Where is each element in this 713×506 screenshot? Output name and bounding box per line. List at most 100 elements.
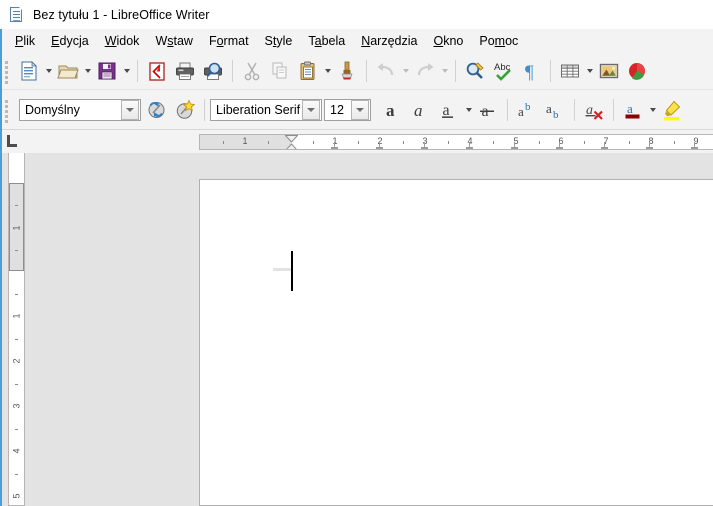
font-size-combo[interactable]: 12 bbox=[324, 98, 371, 121]
indent-markers[interactable] bbox=[285, 135, 298, 149]
document-icon bbox=[9, 6, 25, 23]
formatting-toolbar: Domyślny Liberation Serif 12 a a a a b a… bbox=[0, 90, 713, 130]
ruler-tick bbox=[268, 141, 269, 144]
toolbar-separator bbox=[550, 60, 551, 82]
subscript-icon[interactable]: a b bbox=[541, 96, 569, 124]
ruler-tick bbox=[539, 141, 540, 144]
toolbar-separator bbox=[204, 98, 205, 121]
tab-stop-marker[interactable] bbox=[511, 142, 518, 149]
horizontal-ruler[interactable]: 1 1 2 3 4 5 6 7 8 9 bbox=[199, 134, 713, 150]
font-color-icon[interactable]: a bbox=[619, 96, 647, 124]
ruler-tick bbox=[15, 384, 18, 385]
undo-icon[interactable] bbox=[372, 57, 400, 85]
redo-dropdown-icon[interactable] bbox=[439, 57, 450, 85]
ruler-tick bbox=[15, 294, 18, 295]
menu-item-wstaw[interactable]: Wstaw bbox=[147, 31, 201, 51]
font-name-combo[interactable]: Liberation Serif bbox=[210, 98, 322, 121]
insert-table-dropdown-icon[interactable] bbox=[584, 57, 595, 85]
highlighting-color-icon[interactable] bbox=[658, 96, 686, 124]
chevron-down-icon[interactable] bbox=[302, 99, 320, 120]
ruler-number: 4 bbox=[11, 448, 21, 454]
underline-icon[interactable]: a bbox=[435, 96, 463, 124]
toolbar-grip[interactable] bbox=[2, 97, 12, 123]
new-document-icon[interactable] bbox=[15, 57, 43, 85]
update-style-icon[interactable] bbox=[143, 96, 171, 124]
ruler-tick bbox=[358, 141, 359, 144]
menu-bar: Plik Edycja Widok Wstaw Format Style Tab… bbox=[0, 29, 713, 53]
svg-text:a: a bbox=[414, 101, 423, 120]
ruler-number: 1 bbox=[242, 136, 248, 146]
bold-icon[interactable]: a bbox=[379, 96, 407, 124]
menu-item-okno[interactable]: Okno bbox=[425, 31, 471, 51]
tab-stop-marker[interactable] bbox=[691, 142, 698, 149]
paragraph-style-combo[interactable]: Domyślny bbox=[19, 98, 141, 121]
tab-stop-marker[interactable] bbox=[421, 142, 428, 149]
tab-stop-marker[interactable] bbox=[601, 142, 608, 149]
copy-icon[interactable] bbox=[266, 57, 294, 85]
document-workspace[interactable]: 1 1 2 3 4 5 bbox=[0, 153, 713, 506]
menu-item-style[interactable]: Style bbox=[257, 31, 301, 51]
tab-stop-left-icon[interactable] bbox=[6, 135, 18, 147]
ruler-tick bbox=[629, 141, 630, 144]
export-pdf-icon[interactable] bbox=[143, 57, 171, 85]
window-title: Bez tytułu 1 - LibreOffice Writer bbox=[33, 7, 210, 22]
svg-text:a: a bbox=[546, 101, 552, 116]
find-replace-icon[interactable] bbox=[461, 57, 489, 85]
toolbar-separator bbox=[232, 60, 233, 82]
cut-icon[interactable] bbox=[238, 57, 266, 85]
redo-icon[interactable] bbox=[411, 57, 439, 85]
tab-stop-marker[interactable] bbox=[331, 142, 338, 149]
svg-text:b: b bbox=[553, 109, 559, 121]
menu-item-plik[interactable]: Plik bbox=[7, 31, 43, 51]
spelling-icon[interactable]: Abc bbox=[489, 57, 517, 85]
standard-toolbar: Abc ¶ bbox=[0, 53, 713, 90]
tab-stop-marker[interactable] bbox=[556, 142, 563, 149]
italic-icon[interactable]: a bbox=[407, 96, 435, 124]
chevron-down-icon[interactable] bbox=[351, 99, 369, 120]
clear-formatting-icon[interactable]: a bbox=[580, 96, 608, 124]
ruler-tick bbox=[15, 339, 18, 340]
menu-item-narzedzia[interactable]: Narzędzia bbox=[353, 31, 425, 51]
ruler-tick bbox=[15, 429, 18, 430]
paste-icon[interactable] bbox=[294, 57, 322, 85]
tab-stop-marker[interactable] bbox=[466, 142, 473, 149]
new-document-dropdown-icon[interactable] bbox=[43, 57, 54, 85]
menu-item-widok[interactable]: Widok bbox=[97, 31, 148, 51]
paste-dropdown-icon[interactable] bbox=[322, 57, 333, 85]
formatting-marks-icon[interactable]: ¶ bbox=[517, 57, 545, 85]
tab-stop-marker[interactable] bbox=[376, 142, 383, 149]
strikethrough-icon[interactable]: a bbox=[474, 96, 502, 124]
toolbar-separator bbox=[613, 98, 614, 121]
tab-stop-marker[interactable] bbox=[646, 142, 653, 149]
menu-item-tabela[interactable]: Tabela bbox=[300, 31, 353, 51]
open-document-icon[interactable] bbox=[54, 57, 82, 85]
menu-item-pomoc[interactable]: Pomoc bbox=[471, 31, 526, 51]
ruler-row: 1 1 2 3 4 5 6 7 8 9 bbox=[0, 131, 713, 153]
ruler-tick bbox=[448, 141, 449, 144]
chevron-down-icon[interactable] bbox=[121, 99, 139, 120]
paragraph-style-value: Domyślny bbox=[25, 102, 80, 117]
vertical-ruler[interactable]: 1 1 2 3 4 5 bbox=[8, 153, 25, 506]
undo-dropdown-icon[interactable] bbox=[400, 57, 411, 85]
print-preview-icon[interactable] bbox=[199, 57, 227, 85]
menu-item-edycja[interactable]: Edycja bbox=[43, 31, 97, 51]
underline-dropdown-icon[interactable] bbox=[463, 96, 474, 124]
toolbar-grip[interactable] bbox=[2, 58, 12, 84]
print-icon[interactable] bbox=[171, 57, 199, 85]
save-dropdown-icon[interactable] bbox=[121, 57, 132, 85]
menu-item-format[interactable]: Format bbox=[201, 31, 257, 51]
save-icon[interactable] bbox=[93, 57, 121, 85]
ruler-tick bbox=[223, 141, 224, 144]
toolbar-separator bbox=[455, 60, 456, 82]
insert-chart-icon[interactable] bbox=[623, 57, 651, 85]
toolbar-separator bbox=[574, 98, 575, 121]
font-size-value: 12 bbox=[330, 102, 344, 117]
open-document-dropdown-icon[interactable] bbox=[82, 57, 93, 85]
document-page[interactable] bbox=[199, 179, 713, 506]
font-color-dropdown-icon[interactable] bbox=[647, 96, 658, 124]
clone-formatting-icon[interactable] bbox=[333, 57, 361, 85]
insert-table-icon[interactable] bbox=[556, 57, 584, 85]
new-style-icon[interactable] bbox=[171, 96, 199, 124]
superscript-icon[interactable]: a b bbox=[513, 96, 541, 124]
insert-image-icon[interactable] bbox=[595, 57, 623, 85]
